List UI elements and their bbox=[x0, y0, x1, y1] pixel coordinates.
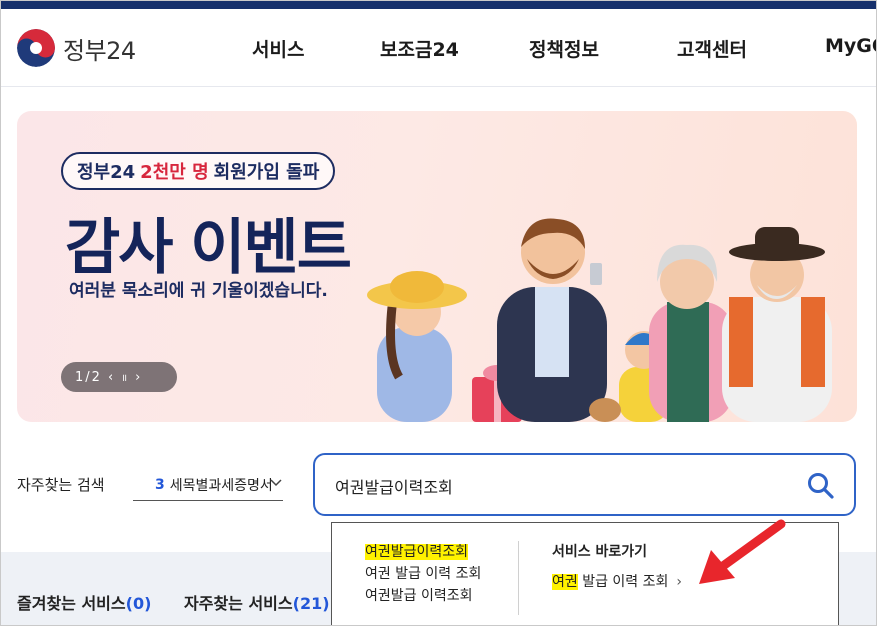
frequent-services-count: (21) bbox=[292, 594, 330, 613]
nav-policy-info[interactable]: 정책정보 bbox=[529, 35, 599, 62]
shortcut-highlight: 여권 bbox=[552, 574, 578, 590]
chevron-right-icon: › bbox=[676, 574, 683, 590]
chevron-down-icon bbox=[269, 475, 283, 493]
frequent-term: 세목별과세증명서 bbox=[169, 477, 273, 494]
pager-separator: / bbox=[85, 369, 90, 385]
pill-suffix: 회원가입 돌파 bbox=[213, 162, 320, 183]
frequent-search-label: 자주찾는 검색 bbox=[17, 476, 105, 494]
frequent-rank: 3 bbox=[155, 476, 165, 493]
favorite-services-count: (0) bbox=[125, 594, 152, 613]
search-box bbox=[313, 453, 856, 516]
frequent-services-label: 자주찾는 서비스 bbox=[184, 594, 293, 613]
frequent-services-tab[interactable]: 자주찾는 서비스(21) bbox=[184, 590, 330, 614]
page-frame: 정부24 서비스 보조금24 정책정보 고객센터 MyGOV 정부24 2천만 … bbox=[0, 0, 877, 626]
suggestion-item[interactable]: 여권 발급 이력 조회 bbox=[365, 563, 515, 585]
frequent-search-select[interactable]: 3 세목별과세증명서 bbox=[133, 469, 283, 501]
suggestion-text: 여권발급 이력조회 bbox=[365, 588, 473, 604]
prev-icon[interactable]: ‹ bbox=[108, 370, 113, 385]
banner-headline: 감사 이벤트 bbox=[65, 213, 352, 283]
shortcut-text: 발급 이력 조회 bbox=[577, 574, 669, 590]
banner-pill: 정부24 2천만 명 회원가입 돌파 bbox=[61, 152, 336, 190]
annotation-arrow-icon bbox=[699, 519, 786, 584]
pill-accent: 2천만 명 bbox=[140, 162, 209, 183]
suggestion-item[interactable]: 여권발급 이력조회 bbox=[365, 585, 515, 607]
favorite-services-tab[interactable]: 즐겨찾는 서비스(0) bbox=[17, 590, 151, 614]
next-icon[interactable]: › bbox=[135, 370, 140, 385]
suggestion-highlight: 여권발급이력조회 bbox=[365, 544, 469, 560]
suggestion-item[interactable]: 여권발급이력조회 bbox=[365, 541, 515, 563]
pager-current: 1 bbox=[75, 369, 84, 385]
favorite-services-label: 즐겨찾는 서비스 bbox=[17, 594, 126, 613]
suggestion-list: 여권발급이력조회 여권 발급 이력 조회 여권발급 이력조회 bbox=[365, 541, 515, 607]
pill-prefix: 정부24 bbox=[77, 162, 136, 183]
suggestion-text: 여권 발급 이력 조회 bbox=[365, 566, 482, 582]
search-input[interactable] bbox=[335, 473, 775, 499]
pager-total: 2 bbox=[91, 369, 100, 385]
nav-mygov[interactable]: MyGOV bbox=[825, 35, 876, 57]
family-illustration bbox=[367, 218, 832, 422]
site-header: 정부24 서비스 보조금24 정책정보 고객센터 MyGOV bbox=[1, 9, 876, 87]
nav-customer-center[interactable]: 고객센터 bbox=[677, 35, 747, 62]
banner-subline: 여러분 목소리에 귀 기울이겠습니다. bbox=[69, 281, 328, 301]
event-banner[interactable]: 정부24 2천만 명 회원가입 돌파 감사 이벤트 여러분 목소리에 귀 기울이… bbox=[17, 111, 857, 422]
nav-services[interactable]: 서비스 bbox=[252, 35, 304, 62]
pause-icon[interactable]: ॥ bbox=[121, 370, 127, 384]
banner-pager: 1/2 ‹ ॥ › bbox=[61, 362, 177, 392]
search-icon[interactable] bbox=[806, 471, 836, 501]
dropdown-divider bbox=[518, 541, 519, 615]
top-strip bbox=[1, 1, 876, 9]
nav-subsidy24[interactable]: 보조금24 bbox=[380, 35, 459, 62]
main-nav: 서비스 보조금24 정책정보 고객센터 MyGOV bbox=[1, 35, 876, 65]
